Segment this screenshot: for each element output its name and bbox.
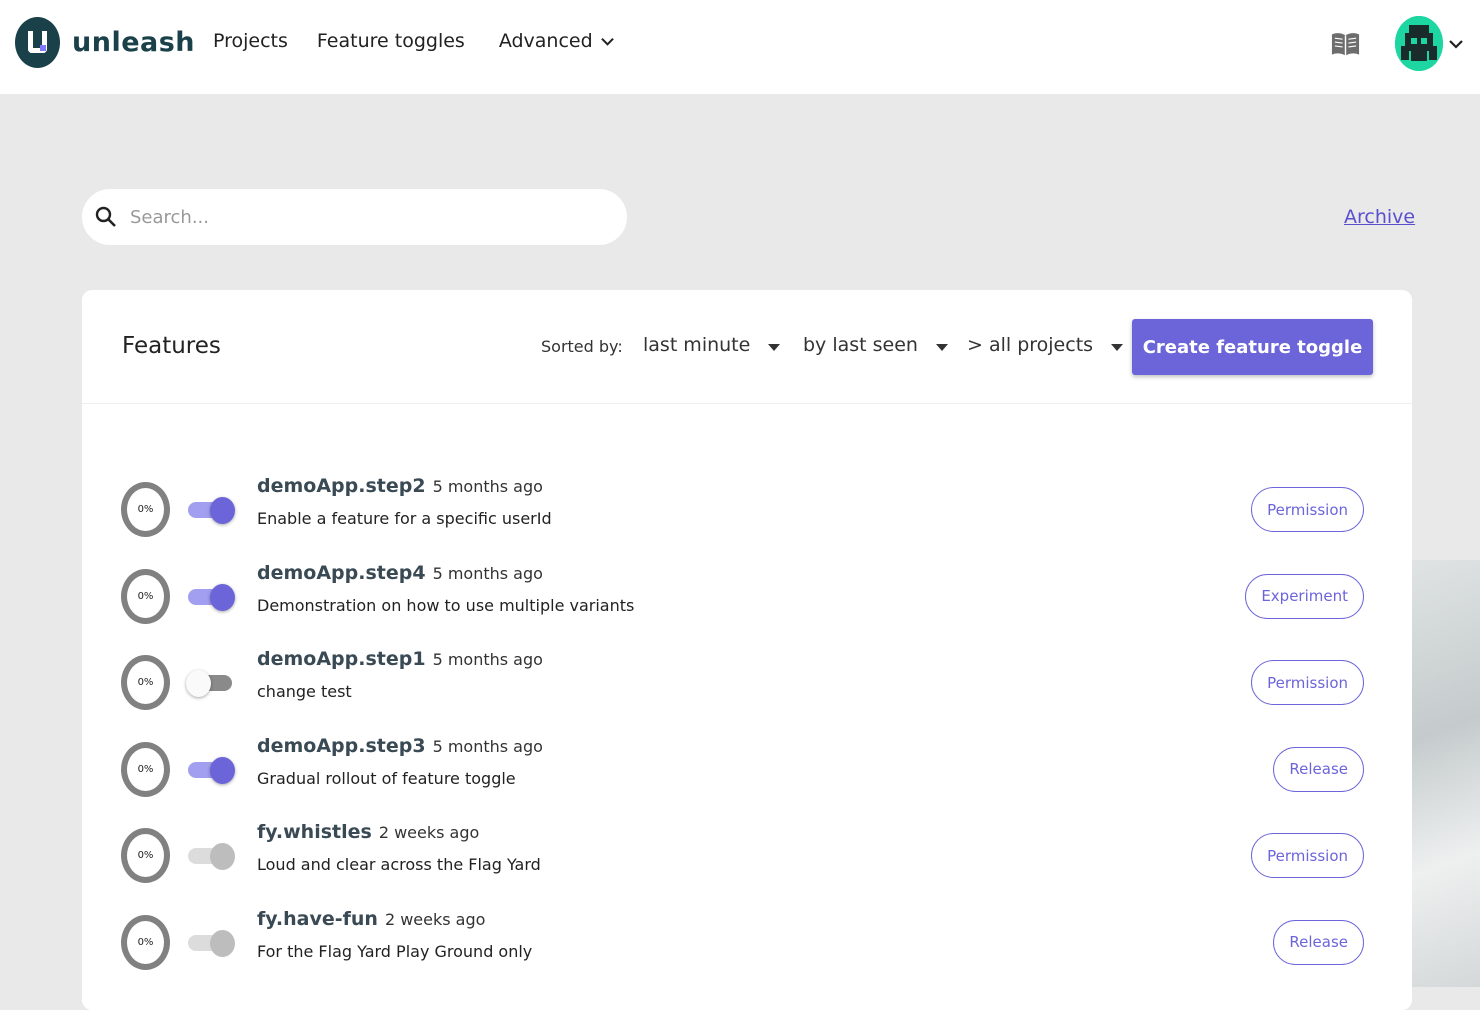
time-filter-value: last minute (643, 334, 751, 356)
feature-toggle-switch[interactable] (188, 495, 236, 525)
feature-row: 0% fy.have-fun 2 weeks ago For the Flag … (82, 907, 1412, 994)
feature-toggle-switch[interactable] (188, 841, 236, 871)
nav-projects[interactable]: Projects (213, 30, 288, 52)
sort-dropdown[interactable]: by last seen (803, 334, 948, 356)
feature-row: 0% demoApp.step1 5 months ago change tes… (82, 647, 1412, 734)
feature-list: 0% demoApp.step2 5 months ago Enable a f… (82, 474, 1412, 994)
feature-name[interactable]: demoApp.step1 (257, 648, 426, 670)
search-icon (95, 206, 116, 227)
chevron-down-icon (1449, 39, 1463, 49)
project-filter-dropdown[interactable]: > all projects (967, 334, 1124, 356)
logo-icon (15, 17, 60, 68)
feature-name[interactable]: fy.have-fun (257, 908, 378, 930)
user-menu[interactable] (1395, 16, 1463, 71)
caret-down-icon (1111, 343, 1124, 351)
create-feature-toggle-button[interactable]: Create feature toggle (1132, 319, 1373, 375)
feature-title-line: demoApp.step3 5 months ago (257, 735, 543, 757)
archive-link[interactable]: Archive (1344, 206, 1415, 228)
feature-toggle-switch[interactable] (188, 755, 236, 785)
feature-description: For the Flag Yard Play Ground only (257, 941, 533, 961)
background-decoration (1412, 560, 1480, 987)
feature-type-chip[interactable]: Experiment (1245, 573, 1364, 619)
feature-title-line: demoApp.step1 5 months ago (257, 648, 543, 670)
feature-description: Loud and clear across the Flag Yard (257, 855, 541, 875)
feature-description: Gradual rollout of feature toggle (257, 768, 516, 788)
feature-toggle-switch[interactable] (186, 668, 236, 698)
top-bar: unleash Projects Feature toggles Advance… (0, 0, 1480, 94)
feature-type-chip[interactable]: Permission (1251, 660, 1364, 706)
feature-type-chip[interactable]: Release (1273, 746, 1364, 792)
main-nav: Projects Feature toggles Advanced (213, 30, 643, 52)
nav-feature-toggles[interactable]: Feature toggles (317, 30, 465, 52)
unleash-logo[interactable]: unleash (15, 17, 195, 68)
rollout-percentage: 0% (121, 655, 170, 711)
nav-advanced[interactable]: Advanced (499, 30, 614, 52)
nav-advanced-label: Advanced (498, 30, 593, 52)
rollout-percentage: 0% (121, 568, 170, 624)
feature-title-line: demoApp.step4 5 months ago (257, 562, 543, 584)
rollout-percentage: 0% (121, 914, 170, 970)
feature-description: change test (257, 682, 352, 702)
rollout-percentage: 0% (121, 482, 170, 537)
avatar (1395, 16, 1443, 71)
feature-toggle-switch[interactable] (188, 582, 236, 612)
feature-name[interactable]: demoApp.step2 (257, 475, 426, 497)
feature-name[interactable]: demoApp.step3 (257, 735, 426, 757)
feature-type-chip[interactable]: Permission (1251, 487, 1364, 532)
feature-last-seen: 5 months ago (432, 650, 543, 670)
rollout-percentage: 0% (121, 741, 170, 797)
feature-description: Demonstration on how to use multiple var… (257, 595, 635, 615)
feature-row: 0% demoApp.step3 5 months ago Gradual ro… (82, 734, 1412, 821)
feature-name[interactable]: fy.whistles (257, 821, 372, 843)
features-card: Features Sorted by: last minute by last … (82, 290, 1412, 1010)
feature-last-seen: 2 weeks ago (384, 909, 486, 929)
rollout-percentage: 0% (121, 828, 170, 884)
search-box[interactable] (82, 189, 627, 245)
caret-down-icon (935, 343, 948, 351)
feature-last-seen: 5 months ago (432, 736, 543, 756)
chevron-down-icon (600, 37, 614, 46)
feature-row: 0% fy.whistles 2 weeks ago Loud and clea… (82, 820, 1412, 907)
book-icon[interactable] (1330, 30, 1361, 58)
caret-down-icon (768, 343, 781, 351)
feature-type-chip[interactable]: Release (1273, 919, 1364, 965)
feature-row: 0% demoApp.step2 5 months ago Enable a f… (82, 474, 1412, 561)
search-input[interactable] (130, 206, 590, 228)
feature-name[interactable]: demoApp.step4 (257, 562, 426, 584)
feature-description: Enable a feature for a specific userId (257, 509, 552, 528)
time-filter-dropdown[interactable]: last minute (643, 334, 781, 356)
feature-last-seen: 5 months ago (432, 563, 543, 583)
logo-text: unleash (72, 27, 196, 58)
feature-title-line: fy.have-fun 2 weeks ago (257, 908, 485, 930)
feature-toggle-switch[interactable] (188, 928, 236, 958)
project-filter-value: > all projects (967, 334, 1094, 356)
feature-title-line: demoApp.step2 5 months ago (257, 475, 543, 497)
feature-type-chip[interactable]: Permission (1251, 833, 1364, 879)
sort-value: by last seen (803, 334, 918, 356)
feature-last-seen: 5 months ago (432, 477, 543, 496)
feature-last-seen: 2 weeks ago (378, 823, 480, 843)
feature-title-line: fy.whistles 2 weeks ago (257, 821, 479, 843)
features-header: Features Sorted by: last minute by last … (82, 290, 1412, 404)
sorted-by-label: Sorted by: (541, 337, 623, 356)
page-title: Features (122, 333, 221, 359)
feature-row: 0% demoApp.step4 5 months ago Demonstrat… (82, 561, 1412, 648)
